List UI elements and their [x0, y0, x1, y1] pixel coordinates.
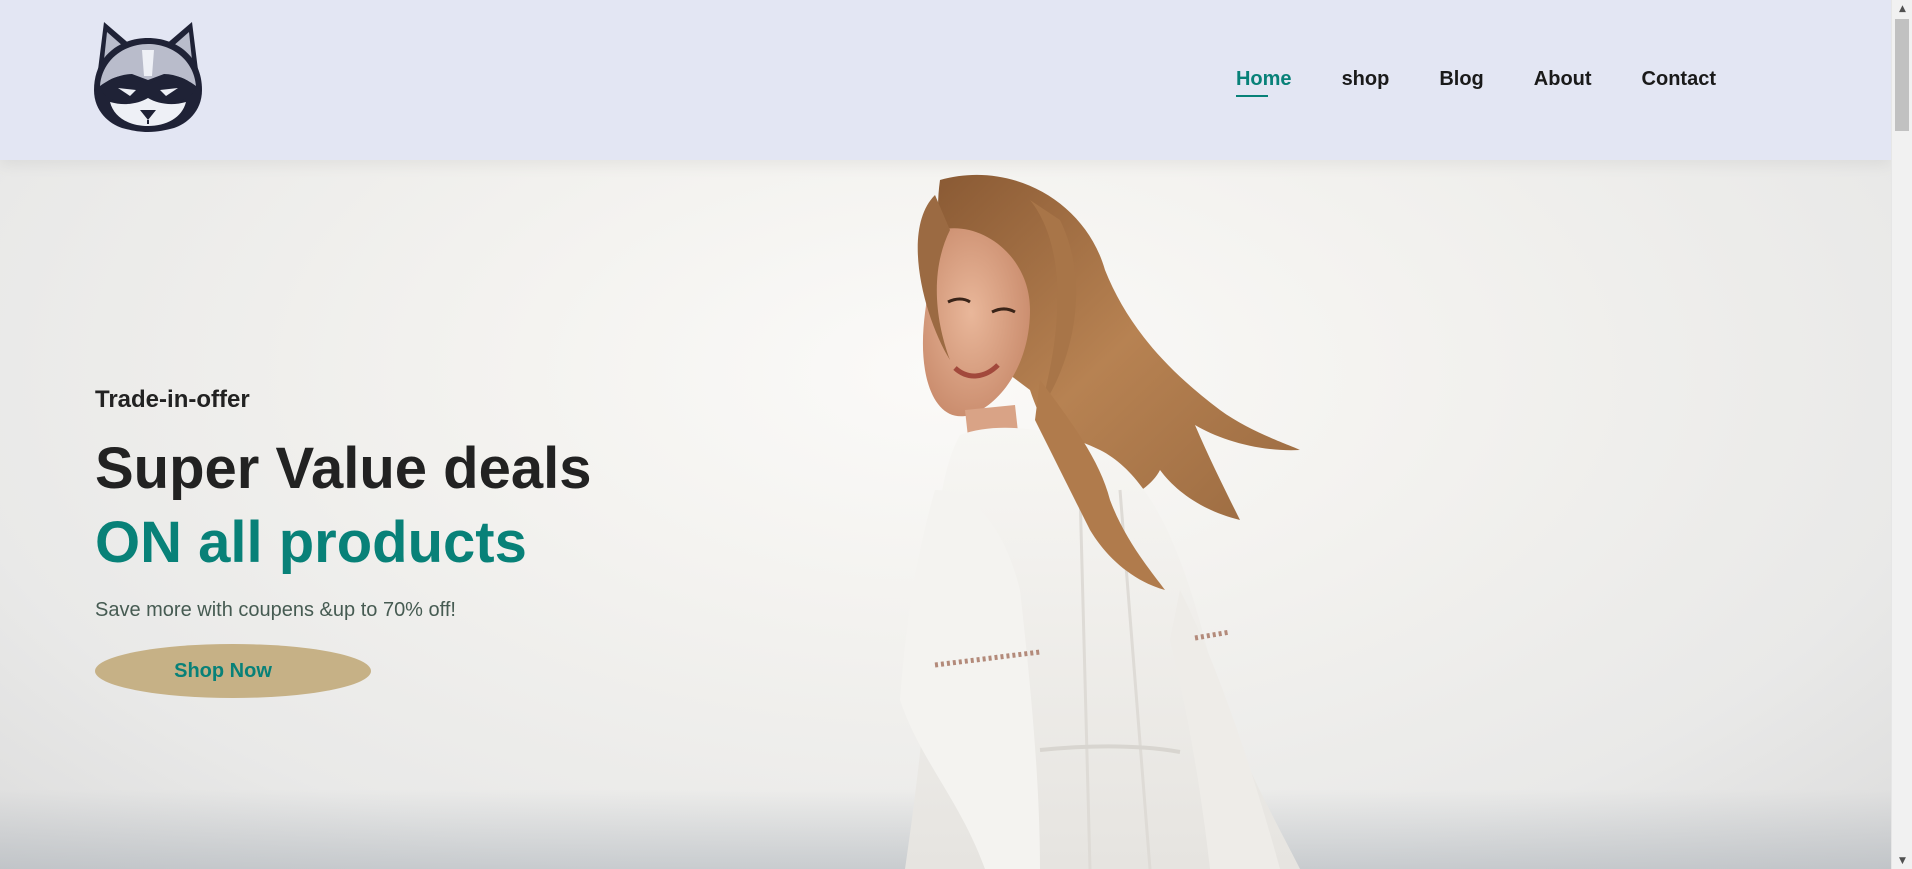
nav-item-contact[interactable]: Contact — [1642, 66, 1716, 92]
hero-title: Super Value deals — [95, 436, 592, 501]
nav-item-about[interactable]: About — [1534, 66, 1592, 92]
hero-section: Trade-in-offer Super Value deals ON all … — [0, 160, 1891, 869]
hero-description: Save more with coupens &up to 70% off! — [95, 599, 456, 621]
site-header: Home shop Blog About Contact — [0, 0, 1891, 160]
hero-content: Trade-in-offer Super Value deals ON all … — [95, 384, 591, 698]
nav-item-blog[interactable]: Blog — [1439, 66, 1483, 92]
nav-item-shop[interactable]: shop — [1342, 66, 1390, 92]
raccoon-logo-icon[interactable] — [90, 20, 206, 132]
hero-subtitle: ON all products — [95, 510, 527, 575]
scroll-up-arrow-icon[interactable]: ▲ — [1892, 0, 1912, 17]
hero-eyebrow: Trade-in-offer — [95, 386, 250, 413]
page-viewport: Home shop Blog About Contact Trade-in-of… — [0, 0, 1891, 869]
shop-now-button[interactable]: Shop Now — [95, 644, 371, 698]
scroll-down-arrow-icon[interactable]: ▼ — [1892, 852, 1912, 869]
nav-item-home[interactable]: Home — [1235, 66, 1292, 97]
scroll-thumb[interactable] — [1895, 19, 1909, 131]
vertical-scrollbar[interactable]: ▲ ▼ — [1891, 0, 1912, 869]
main-nav: Home shop Blog About Contact — [1235, 66, 1716, 97]
